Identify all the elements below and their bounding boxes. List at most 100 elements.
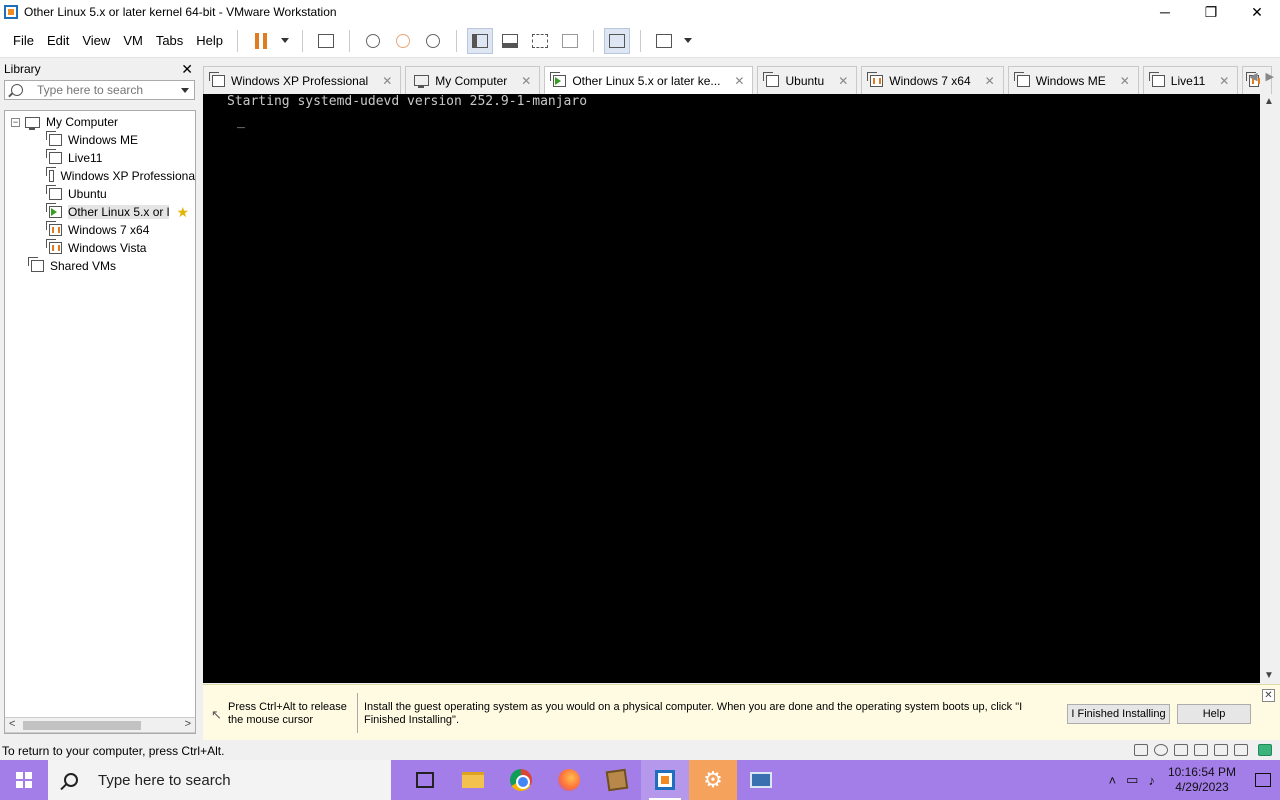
tab-prev-icon[interactable]: ◀ <box>1249 70 1257 83</box>
scroll-up-icon[interactable]: ▲ <box>1264 96 1274 107</box>
notification-center-button[interactable] <box>1246 760 1280 800</box>
star-icon[interactable]: ★ <box>176 204 189 221</box>
snapshot-icon <box>366 33 381 48</box>
show-hidden-icons[interactable]: ˄ <box>1109 773 1117 788</box>
chevron-down-icon[interactable] <box>181 88 189 93</box>
scroll-left-icon[interactable]: < <box>9 718 15 730</box>
clock-date: 4/29/2023 <box>1175 780 1229 794</box>
tab-label: Windows 7 x64 <box>889 73 971 88</box>
tab-label: My Computer <box>435 73 508 88</box>
tree-item-windows-me[interactable]: Windows ME <box>5 131 195 149</box>
tree-item-ubuntu[interactable]: Ubuntu <box>5 185 195 203</box>
library-search-input[interactable] <box>37 83 167 97</box>
revert-snapshot-button[interactable] <box>390 28 416 54</box>
tree-item-shared-vms[interactable]: Shared VMs <box>5 257 195 275</box>
library-close-icon[interactable]: ✕ <box>181 61 193 78</box>
stretch-dropdown[interactable] <box>681 28 695 54</box>
tab-windows-me[interactable]: Windows ME ✕ <box>1007 66 1139 94</box>
title-bar: Other Linux 5.x or later kernel 64-bit -… <box>0 0 1280 24</box>
status-text: To return to your computer, press Ctrl+A… <box>2 743 225 758</box>
network-icon[interactable]: ▭ <box>1126 772 1138 788</box>
close-tab-icon[interactable]: ✕ <box>838 74 848 88</box>
scroll-right-icon[interactable]: > <box>185 718 191 730</box>
tab-my-computer[interactable]: My Computer ✕ <box>405 66 541 94</box>
menu-vm[interactable]: VM <box>117 29 149 53</box>
cd-dvd-icon[interactable] <box>1154 744 1168 756</box>
pause-button[interactable] <box>248 28 274 54</box>
full-screen-icon <box>532 33 549 48</box>
volume-icon[interactable]: ♪ <box>1148 773 1155 788</box>
stretch-guest-button[interactable] <box>651 28 677 54</box>
monitor-app-button[interactable] <box>737 760 785 800</box>
tab-windows-xp[interactable]: Windows XP Professional ✕ <box>203 66 402 94</box>
full-screen-button[interactable] <box>527 28 553 54</box>
snapshot-manager-button[interactable] <box>420 28 446 54</box>
library-search[interactable] <box>4 80 195 100</box>
close-tab-icon[interactable]: ✕ <box>985 74 995 88</box>
vm-tab-bar: Windows XP Professional ✕ My Computer ✕ … <box>203 64 1280 94</box>
unity-button[interactable] <box>557 28 583 54</box>
tree-item-live11[interactable]: Live11 <box>5 149 195 167</box>
clock[interactable]: 10:16:54 PM 4/29/2023 <box>1168 765 1236 795</box>
file-explorer-button[interactable] <box>449 760 497 800</box>
tab-ubuntu[interactable]: Ubuntu ✕ <box>757 66 858 94</box>
scroll-down-icon[interactable]: ▼ <box>1264 670 1274 681</box>
menu-file[interactable]: File <box>7 29 40 53</box>
menu-edit[interactable]: Edit <box>41 29 75 53</box>
show-library-button[interactable] <box>467 27 494 54</box>
close-tab-icon[interactable]: ✕ <box>521 74 531 88</box>
display-icon[interactable] <box>1234 744 1248 756</box>
menu-help[interactable]: Help <box>190 29 229 53</box>
vm-paused-icon <box>46 221 62 236</box>
tree-item-windows-xp[interactable]: Windows XP Professiona <box>5 167 195 185</box>
task-view-button[interactable] <box>401 760 449 800</box>
start-button[interactable] <box>0 760 48 800</box>
console-view-button[interactable] <box>604 27 631 54</box>
vm-console[interactable]: Starting systemd-udevd version 252.9-1-m… <box>203 94 1260 683</box>
collapse-icon[interactable]: − <box>11 117 20 127</box>
vmware-taskbar-button[interactable] <box>641 760 689 800</box>
send-ctrl-alt-del-button[interactable] <box>313 28 339 54</box>
thumbnail-bar-button[interactable] <box>497 28 523 54</box>
menu-view[interactable]: View <box>76 29 116 53</box>
firefox-icon <box>558 769 580 791</box>
tab-other-linux[interactable]: Other Linux 5.x or later ke... ✕ <box>544 66 754 94</box>
tab-label: Ubuntu <box>785 73 825 88</box>
close-tab-icon[interactable]: ✕ <box>1219 74 1229 88</box>
printer-icon[interactable] <box>1194 744 1208 756</box>
tab-live11[interactable]: Live11 ✕ <box>1142 66 1239 94</box>
chrome-button[interactable] <box>497 760 545 800</box>
settings-button[interactable]: ⚙ <box>689 760 737 800</box>
taskbar-search[interactable]: Type here to search <box>48 760 391 800</box>
close-tab-icon[interactable]: ✕ <box>1120 74 1130 88</box>
power-dropdown[interactable] <box>278 28 292 54</box>
tree-item-my-computer[interactable]: − My Computer <box>5 113 195 131</box>
snapshot-button[interactable] <box>360 28 386 54</box>
tree-item-windows-vista[interactable]: Windows Vista <box>5 239 195 257</box>
tree-item-windows-7[interactable]: Windows 7 x64 <box>5 221 195 239</box>
library-horizontal-scrollbar[interactable]: < > <box>5 717 195 733</box>
close-tab-icon[interactable]: ✕ <box>734 74 744 88</box>
message-log-icon[interactable] <box>1258 744 1272 756</box>
minimize-button[interactable]: ─ <box>1142 0 1188 24</box>
menu-tabs[interactable]: Tabs <box>150 29 189 53</box>
close-notification-icon[interactable]: ✕ <box>1262 689 1275 702</box>
vm-icon <box>46 149 62 164</box>
network-adapter-icon[interactable] <box>1174 744 1188 756</box>
library-title: Library <box>4 62 41 76</box>
firefox-button[interactable] <box>545 760 593 800</box>
scroll-thumb[interactable] <box>23 721 141 730</box>
restore-button[interactable]: ❐ <box>1188 0 1234 24</box>
finished-installing-button[interactable]: I Finished Installing <box>1067 704 1170 724</box>
sound-card-icon[interactable] <box>1214 744 1228 756</box>
vm-icon <box>1013 71 1030 87</box>
close-button[interactable]: ✕ <box>1234 0 1280 24</box>
close-tab-icon[interactable]: ✕ <box>382 74 392 88</box>
tab-next-icon[interactable]: ▶ <box>1266 70 1274 83</box>
hard-disk-icon[interactable] <box>1134 744 1148 756</box>
help-button[interactable]: Help <box>1177 704 1251 724</box>
console-vertical-scrollbar[interactable]: ▲ ▼ <box>1260 94 1276 683</box>
archive-app-button[interactable] <box>593 760 641 800</box>
tab-windows-7[interactable]: Windows 7 x64 ✕ <box>861 66 1004 94</box>
tree-item-other-linux[interactable]: Other Linux 5.x or l ★ <box>5 203 195 221</box>
